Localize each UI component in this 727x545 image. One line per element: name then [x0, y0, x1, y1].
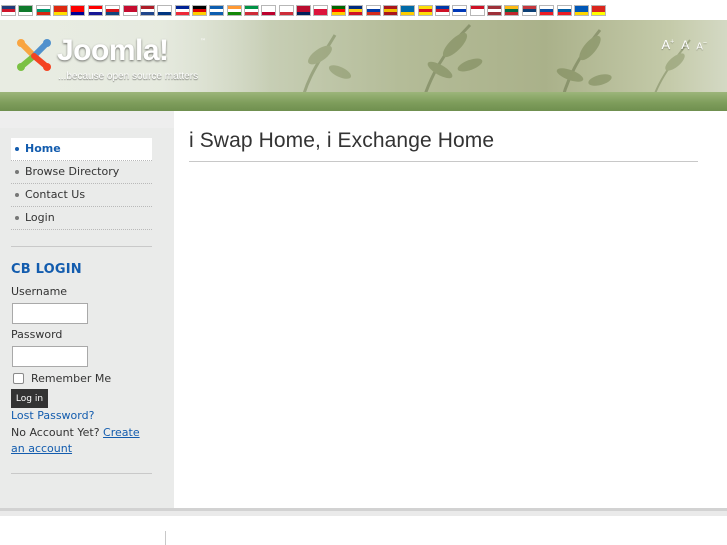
font-decrease-label: A — [696, 41, 703, 52]
flag-lt-icon[interactable] — [504, 4, 520, 16]
flag-hr-icon[interactable] — [87, 4, 103, 16]
left-sidebar: Home Browse Directory Contact Us Login C… — [0, 128, 174, 508]
remember-me-checkbox[interactable] — [13, 373, 24, 384]
language-flag-bar — [0, 0, 727, 20]
flag-ca-icon[interactable] — [417, 4, 433, 16]
flag-da-icon[interactable] — [122, 4, 138, 16]
flag-fi-icon[interactable] — [157, 4, 173, 16]
font-size-controls: A+ A A− — [661, 37, 707, 52]
bullet-icon — [15, 170, 19, 174]
font-increase-plus: + — [670, 38, 675, 46]
sidebar-top-band — [0, 111, 174, 128]
flag-zh-TW-icon[interactable] — [70, 4, 86, 16]
bullet-icon — [15, 216, 19, 220]
logo-tagline: ...because open source matters — [58, 71, 199, 82]
flag-es-icon[interactable] — [382, 4, 398, 16]
font-increase-label: A — [661, 37, 671, 52]
flag-id-icon[interactable] — [469, 4, 485, 16]
username-input[interactable] — [12, 303, 88, 324]
menu-item-home[interactable]: Home — [11, 138, 152, 161]
menu-item-label: Login — [25, 211, 55, 224]
menu-item-label: Home — [25, 142, 61, 155]
flag-bg-icon[interactable] — [35, 4, 51, 16]
flag-hi-icon[interactable] — [226, 4, 242, 16]
font-reset-button[interactable]: A — [681, 38, 689, 52]
flag-no-icon[interactable] — [296, 4, 312, 16]
flag-tl-icon[interactable] — [434, 4, 450, 16]
flag-zh-CN-icon[interactable] — [53, 4, 69, 16]
flag-ja-icon[interactable] — [261, 4, 277, 16]
flag-vi-icon[interactable] — [591, 4, 607, 16]
flag-sk-icon[interactable] — [539, 4, 555, 16]
flag-pl-icon[interactable] — [313, 4, 329, 16]
sidebar-divider — [11, 246, 152, 247]
password-label: Password — [11, 328, 63, 341]
footer-band — [0, 511, 727, 516]
lost-password-link[interactable]: Lost Password? — [11, 409, 94, 422]
font-increase-button[interactable]: A+ — [661, 37, 674, 52]
logo-wordmark: Joomla! — [57, 34, 169, 67]
flag-lv-icon[interactable] — [487, 4, 503, 16]
username-label: Username — [11, 285, 68, 298]
footer-divider — [165, 531, 166, 545]
flag-en-icon[interactable] — [1, 4, 16, 16]
remember-me-label: Remember Me — [31, 372, 112, 385]
bullet-icon — [15, 147, 19, 151]
menu-item-label: Browse Directory — [25, 165, 120, 178]
menu-item-login[interactable]: Login — [11, 207, 152, 230]
logo-trademark: ™ — [200, 38, 206, 45]
flag-iw-icon[interactable] — [452, 4, 468, 16]
flag-ar-icon[interactable] — [18, 4, 34, 16]
font-decrease-button[interactable]: A− — [696, 40, 707, 52]
flag-el-icon[interactable] — [209, 4, 225, 16]
font-decrease-minus: − — [702, 39, 707, 47]
cb-login-title: CB LOGIN — [11, 262, 82, 277]
no-account-label: No Account Yet? — [11, 426, 100, 439]
no-account-text: No Account Yet? Create an account — [11, 425, 151, 457]
flag-it-icon[interactable] — [244, 4, 260, 16]
flag-cs-icon[interactable] — [105, 4, 121, 16]
password-input[interactable] — [12, 346, 88, 367]
page-title: i Swap Home, i Exchange Home — [189, 129, 495, 152]
flag-sv-icon[interactable] — [400, 4, 416, 16]
flag-ru-icon[interactable] — [365, 4, 381, 16]
login-button[interactable]: Log in — [11, 389, 48, 408]
joomla-logo[interactable]: Joomla! ™ ...because open source matters — [14, 34, 214, 86]
menu-item-browse-directory[interactable]: Browse Directory — [11, 161, 152, 184]
title-divider — [189, 161, 698, 162]
flag-ko-icon[interactable] — [278, 4, 294, 16]
flag-ro-icon[interactable] — [348, 4, 364, 16]
main-top-band — [174, 111, 727, 128]
flag-sr-icon[interactable] — [521, 4, 537, 16]
main-menu: Home Browse Directory Contact Us Login — [11, 138, 152, 230]
flag-sl-icon[interactable] — [556, 4, 572, 16]
flag-de-icon[interactable] — [191, 4, 207, 16]
bullet-icon — [15, 193, 19, 197]
header-green-band — [0, 92, 727, 111]
flag-pt-icon[interactable] — [330, 4, 346, 16]
flag-fr-icon[interactable] — [174, 4, 190, 16]
menu-item-contact-us[interactable]: Contact Us — [11, 184, 152, 207]
flag-uk-icon[interactable] — [573, 4, 589, 16]
joomla-logo-icon — [17, 39, 51, 71]
flag-nl-icon[interactable] — [139, 4, 155, 16]
menu-item-label: Contact Us — [25, 188, 86, 201]
sidebar-divider — [11, 473, 152, 474]
